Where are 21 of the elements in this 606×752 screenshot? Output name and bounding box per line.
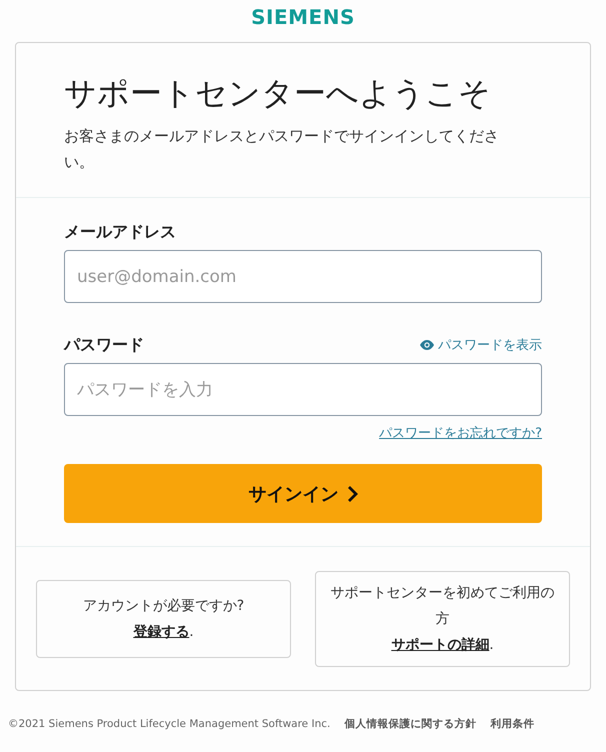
logo: SIEMENS xyxy=(251,6,355,30)
period-text: . xyxy=(189,624,194,640)
copyright-text: ©2021 Siemens Product Lifecycle Management Software Inc. xyxy=(8,718,330,730)
info-link[interactable]: 登録する xyxy=(133,624,190,640)
email-field[interactable]: user@domain.com xyxy=(64,250,542,303)
eye-icon xyxy=(420,340,434,350)
info-text: サポートセンターを初めてご利用の方 xyxy=(330,584,555,628)
field-label: メールアドレス xyxy=(64,222,176,242)
sign-in-button[interactable]: サインイン xyxy=(64,464,542,523)
forgot-password-link[interactable]: パスワードをお忘れですか? xyxy=(379,424,542,442)
chevron-right-icon xyxy=(346,484,358,502)
page-heading: サポートセンターへようこそ xyxy=(64,73,492,114)
show-password-button[interactable]: パスワードを表示 xyxy=(420,336,542,354)
field-label: パスワード xyxy=(64,334,144,356)
info-text: アカウントが必要ですか? xyxy=(82,596,244,616)
info-link[interactable]: サポートの詳細 xyxy=(391,636,490,652)
intro-text: お客さまのメールアドレスとパスワードでサインインしてください。 xyxy=(64,126,500,173)
period-text: . xyxy=(489,636,494,652)
footer-link[interactable]: 利用条件 xyxy=(490,717,534,731)
footer-link[interactable]: 個人情報保護に関する方針 xyxy=(344,717,476,731)
password-field[interactable]: パスワードを入力 xyxy=(64,363,542,416)
